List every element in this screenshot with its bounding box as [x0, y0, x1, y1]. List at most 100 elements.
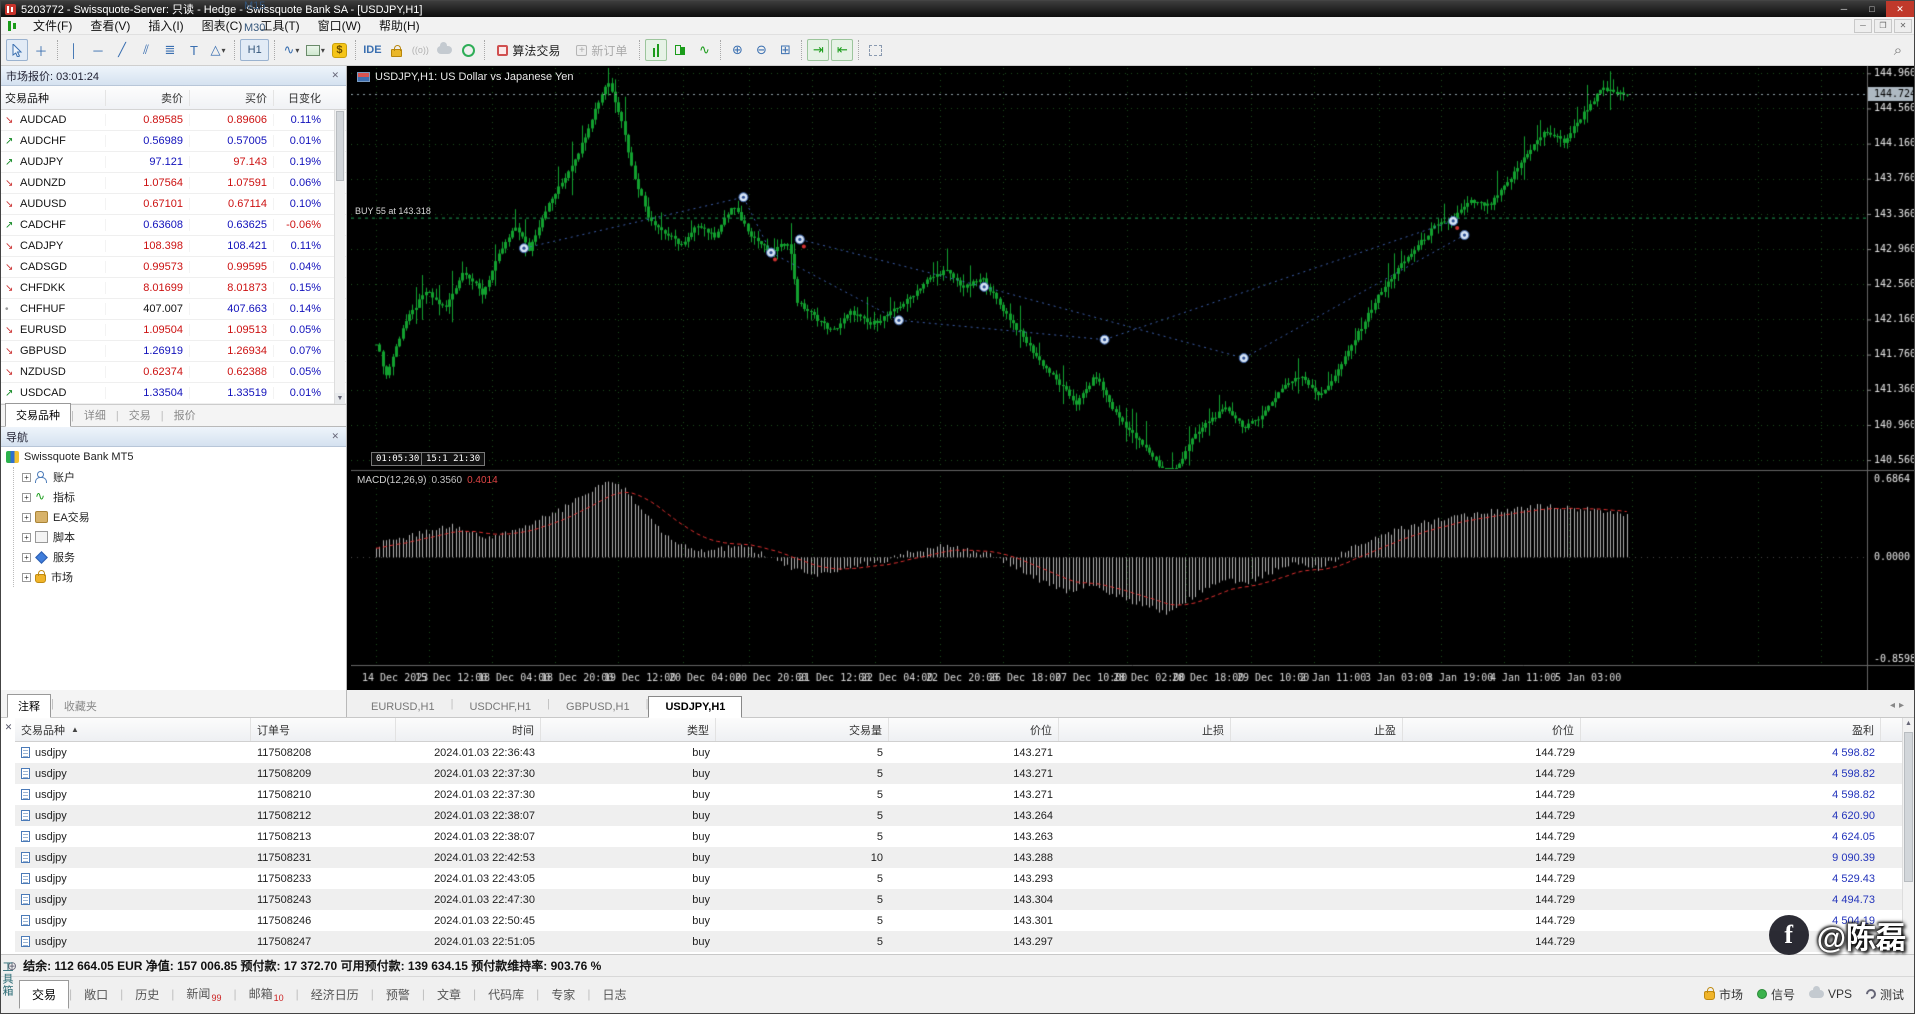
close-button[interactable]: ✕	[1886, 1, 1914, 17]
toolbox-tab-3[interactable]: 新闻99	[174, 980, 233, 1008]
market-watch-close-icon[interactable]: ✕	[329, 70, 341, 81]
child-minimize-button[interactable]: ─	[1854, 18, 1872, 33]
scrollbar-thumb[interactable]	[336, 111, 344, 181]
toolbox-tab-1[interactable]: 敞口	[72, 981, 120, 1008]
market-watch-row[interactable]: ↘ CADJPY 108.398 108.421 0.11%	[1, 236, 346, 257]
column-2[interactable]: 时间	[396, 718, 541, 741]
fibonacci-tool-button[interactable]: ≣	[159, 39, 181, 61]
zoom-in-button[interactable]: ⊕	[726, 39, 748, 61]
ide-button[interactable]: IDE	[361, 39, 383, 61]
shortcut-1[interactable]: 信号	[1756, 986, 1795, 1003]
scrollbar-thumb[interactable]	[1904, 732, 1913, 882]
vertical-line-tool-button[interactable]: │	[63, 39, 85, 61]
expand-icon[interactable]: +	[22, 532, 31, 542]
column-7[interactable]: 止盈	[1231, 718, 1403, 741]
candle-chart-type-button[interactable]	[669, 39, 691, 61]
market-watch-row[interactable]: ↗ USDCAD 1.33504 1.33519 0.01%	[1, 383, 346, 404]
shapes-tool-button[interactable]: △ ▾	[207, 39, 229, 61]
trade-row[interactable]: usdjpy 117508231 2024.01.03 22:42:53 buy 10 1…	[15, 847, 1902, 868]
column-ask[interactable]: 买价	[189, 89, 273, 106]
market-watch-row[interactable]: ↘ CADSGD 0.99573 0.99595 0.04%	[1, 257, 346, 278]
navigator-item-4[interactable]: + 服务	[14, 547, 346, 567]
horizontal-line-tool-button[interactable]: ─	[87, 39, 109, 61]
navigator-item-3[interactable]: + 脚本	[14, 527, 346, 547]
deposit-button[interactable]: $	[328, 39, 350, 61]
toolbox-tab-7[interactable]: 文章	[425, 981, 473, 1008]
chart-tab-eurusdh1[interactable]: EURUSD,H1	[355, 697, 451, 717]
market-watch-row[interactable]: ↘ AUDNZD 1.07564 1.07591 0.06%	[1, 173, 346, 194]
navigator-close-icon[interactable]: ✕	[329, 431, 341, 442]
trade-row[interactable]: usdjpy 117508210 2024.01.03 22:37:30 buy 5 14…	[15, 784, 1902, 805]
market-watch-row[interactable]: ↗ AUDJPY 97.121 97.143 0.19%	[1, 152, 346, 173]
crosshair-tool-button[interactable]: ＋	[30, 39, 52, 61]
market-watch-tab-1[interactable]: 详细	[74, 404, 116, 426]
lock-button[interactable]	[385, 39, 407, 61]
market-watch-row[interactable]: ↘ NZDUSD 0.62374 0.62388 0.05%	[1, 362, 346, 383]
zoom-out-button[interactable]: ⊖	[750, 39, 772, 61]
toolbox-tab-5[interactable]: 经济日历	[299, 981, 371, 1008]
new-order-button[interactable]: + 新订单	[569, 39, 634, 61]
signal-broadcast-button[interactable]: ((o))	[409, 39, 431, 61]
toolbox-close-icon[interactable]: ✕	[2, 721, 15, 734]
navigator-item-0[interactable]: + 账户	[14, 467, 346, 487]
column-4[interactable]: 交易量	[716, 718, 889, 741]
market-watch-row[interactable]: ↗ CADCHF 0.63608 0.63625 -0.06%	[1, 215, 346, 236]
column-1[interactable]: 订单号	[251, 718, 396, 741]
price-chart-canvas[interactable]	[351, 66, 1914, 690]
column-5[interactable]: 价位	[889, 718, 1059, 741]
trade-row[interactable]: usdjpy 117508212 2024.01.03 22:38:07 buy 5 14…	[15, 805, 1902, 826]
tile-windows-button[interactable]: ⊞	[774, 39, 796, 61]
toolbox-tab-9[interactable]: 专家	[539, 981, 587, 1008]
timeframe-button-h1[interactable]: H1	[240, 39, 270, 61]
trendline-tool-button[interactable]: ╱	[111, 39, 133, 61]
navigator-tab-0[interactable]: 注释	[7, 694, 51, 718]
toolbox-tab-6[interactable]: 预警	[374, 981, 422, 1008]
chart-tab-gbpusdh1[interactable]: GBPUSD,H1	[550, 697, 646, 717]
column-bid[interactable]: 卖价	[105, 89, 189, 106]
navigator-item-5[interactable]: + 市场	[14, 567, 346, 587]
trade-row[interactable]: usdjpy 117508247 2024.01.03 22:51:05 buy 5 14…	[15, 931, 1902, 952]
trade-row[interactable]: usdjpy 117508246 2024.01.03 22:50:45 buy 5 14…	[15, 910, 1902, 931]
shortcut-0[interactable]: 市场	[1703, 986, 1743, 1003]
shortcut-2[interactable]: VPS	[1808, 986, 1852, 1001]
market-watch-row[interactable]: ↗ AUDCHF 0.56989 0.57005 0.01%	[1, 131, 346, 152]
navigator-tab-1[interactable]: 收藏夹	[54, 695, 107, 717]
expand-icon[interactable]: +	[22, 512, 31, 522]
crosshair-box-button[interactable]	[864, 39, 886, 61]
menu-item-7[interactable]: 帮助(H)	[370, 18, 429, 34]
menu-item-6[interactable]: 窗口(W)	[309, 18, 370, 34]
navigator-root[interactable]: Swissquote Bank MT5	[1, 447, 346, 467]
menu-item-2[interactable]: 查看(V)	[81, 18, 139, 34]
column-3[interactable]: 类型	[541, 718, 716, 741]
expand-icon[interactable]: +	[22, 552, 31, 562]
maximize-button[interactable]: □	[1858, 1, 1886, 17]
market-watch-tab-0[interactable]: 交易品种	[5, 403, 71, 427]
trade-row[interactable]: usdjpy 117508233 2024.01.03 22:43:05 buy 5 14…	[15, 868, 1902, 889]
chart-tab-usdchfh1[interactable]: USDCHF,H1	[453, 697, 547, 717]
text-tool-button[interactable]: T	[183, 39, 205, 61]
scroll-down-icon[interactable]: ▼	[335, 393, 345, 404]
toolbox-tab-10[interactable]: 日志	[590, 981, 638, 1008]
indicators-button[interactable]: ∿ ▾	[280, 39, 302, 61]
toolbox-tab-4[interactable]: 邮箱10	[237, 980, 296, 1008]
toolbox-side-label[interactable]: 工具箱	[1, 950, 15, 1008]
navigator-item-1[interactable]: + 指标	[14, 487, 346, 507]
market-watch-row[interactable]: ↘ AUDUSD 0.67101 0.67114 0.10%	[1, 194, 346, 215]
templates-button[interactable]: ▾	[304, 39, 326, 61]
channel-tool-button[interactable]: ⫽	[135, 39, 157, 61]
market-watch-row[interactable]: • CHFHUF 407.007 407.663 0.14%	[1, 299, 346, 320]
shortcut-3[interactable]: 测试	[1863, 986, 1904, 1003]
market-watch-scrollbar[interactable]: ▼	[334, 110, 345, 404]
search-button[interactable]: ⌕	[1887, 39, 1909, 61]
toolbox-tab-8[interactable]: 代码库	[476, 981, 536, 1008]
column-8[interactable]: 价位	[1403, 718, 1581, 741]
expand-icon[interactable]: +	[22, 572, 31, 582]
market-watch-row[interactable]: ↘ EURUSD 1.09504 1.09513 0.05%	[1, 320, 346, 341]
minimize-button[interactable]: ─	[1830, 1, 1858, 17]
auto-scroll-button[interactable]: ⇤	[831, 39, 854, 61]
menu-item-3[interactable]: 插入(I)	[139, 18, 192, 34]
chart-tab-usdjpyh1[interactable]: USDJPY,H1	[648, 696, 743, 718]
line-chart-type-button[interactable]: ∿	[693, 39, 715, 61]
expand-icon[interactable]: +	[22, 492, 31, 502]
child-close-button[interactable]: ✕	[1894, 18, 1912, 33]
